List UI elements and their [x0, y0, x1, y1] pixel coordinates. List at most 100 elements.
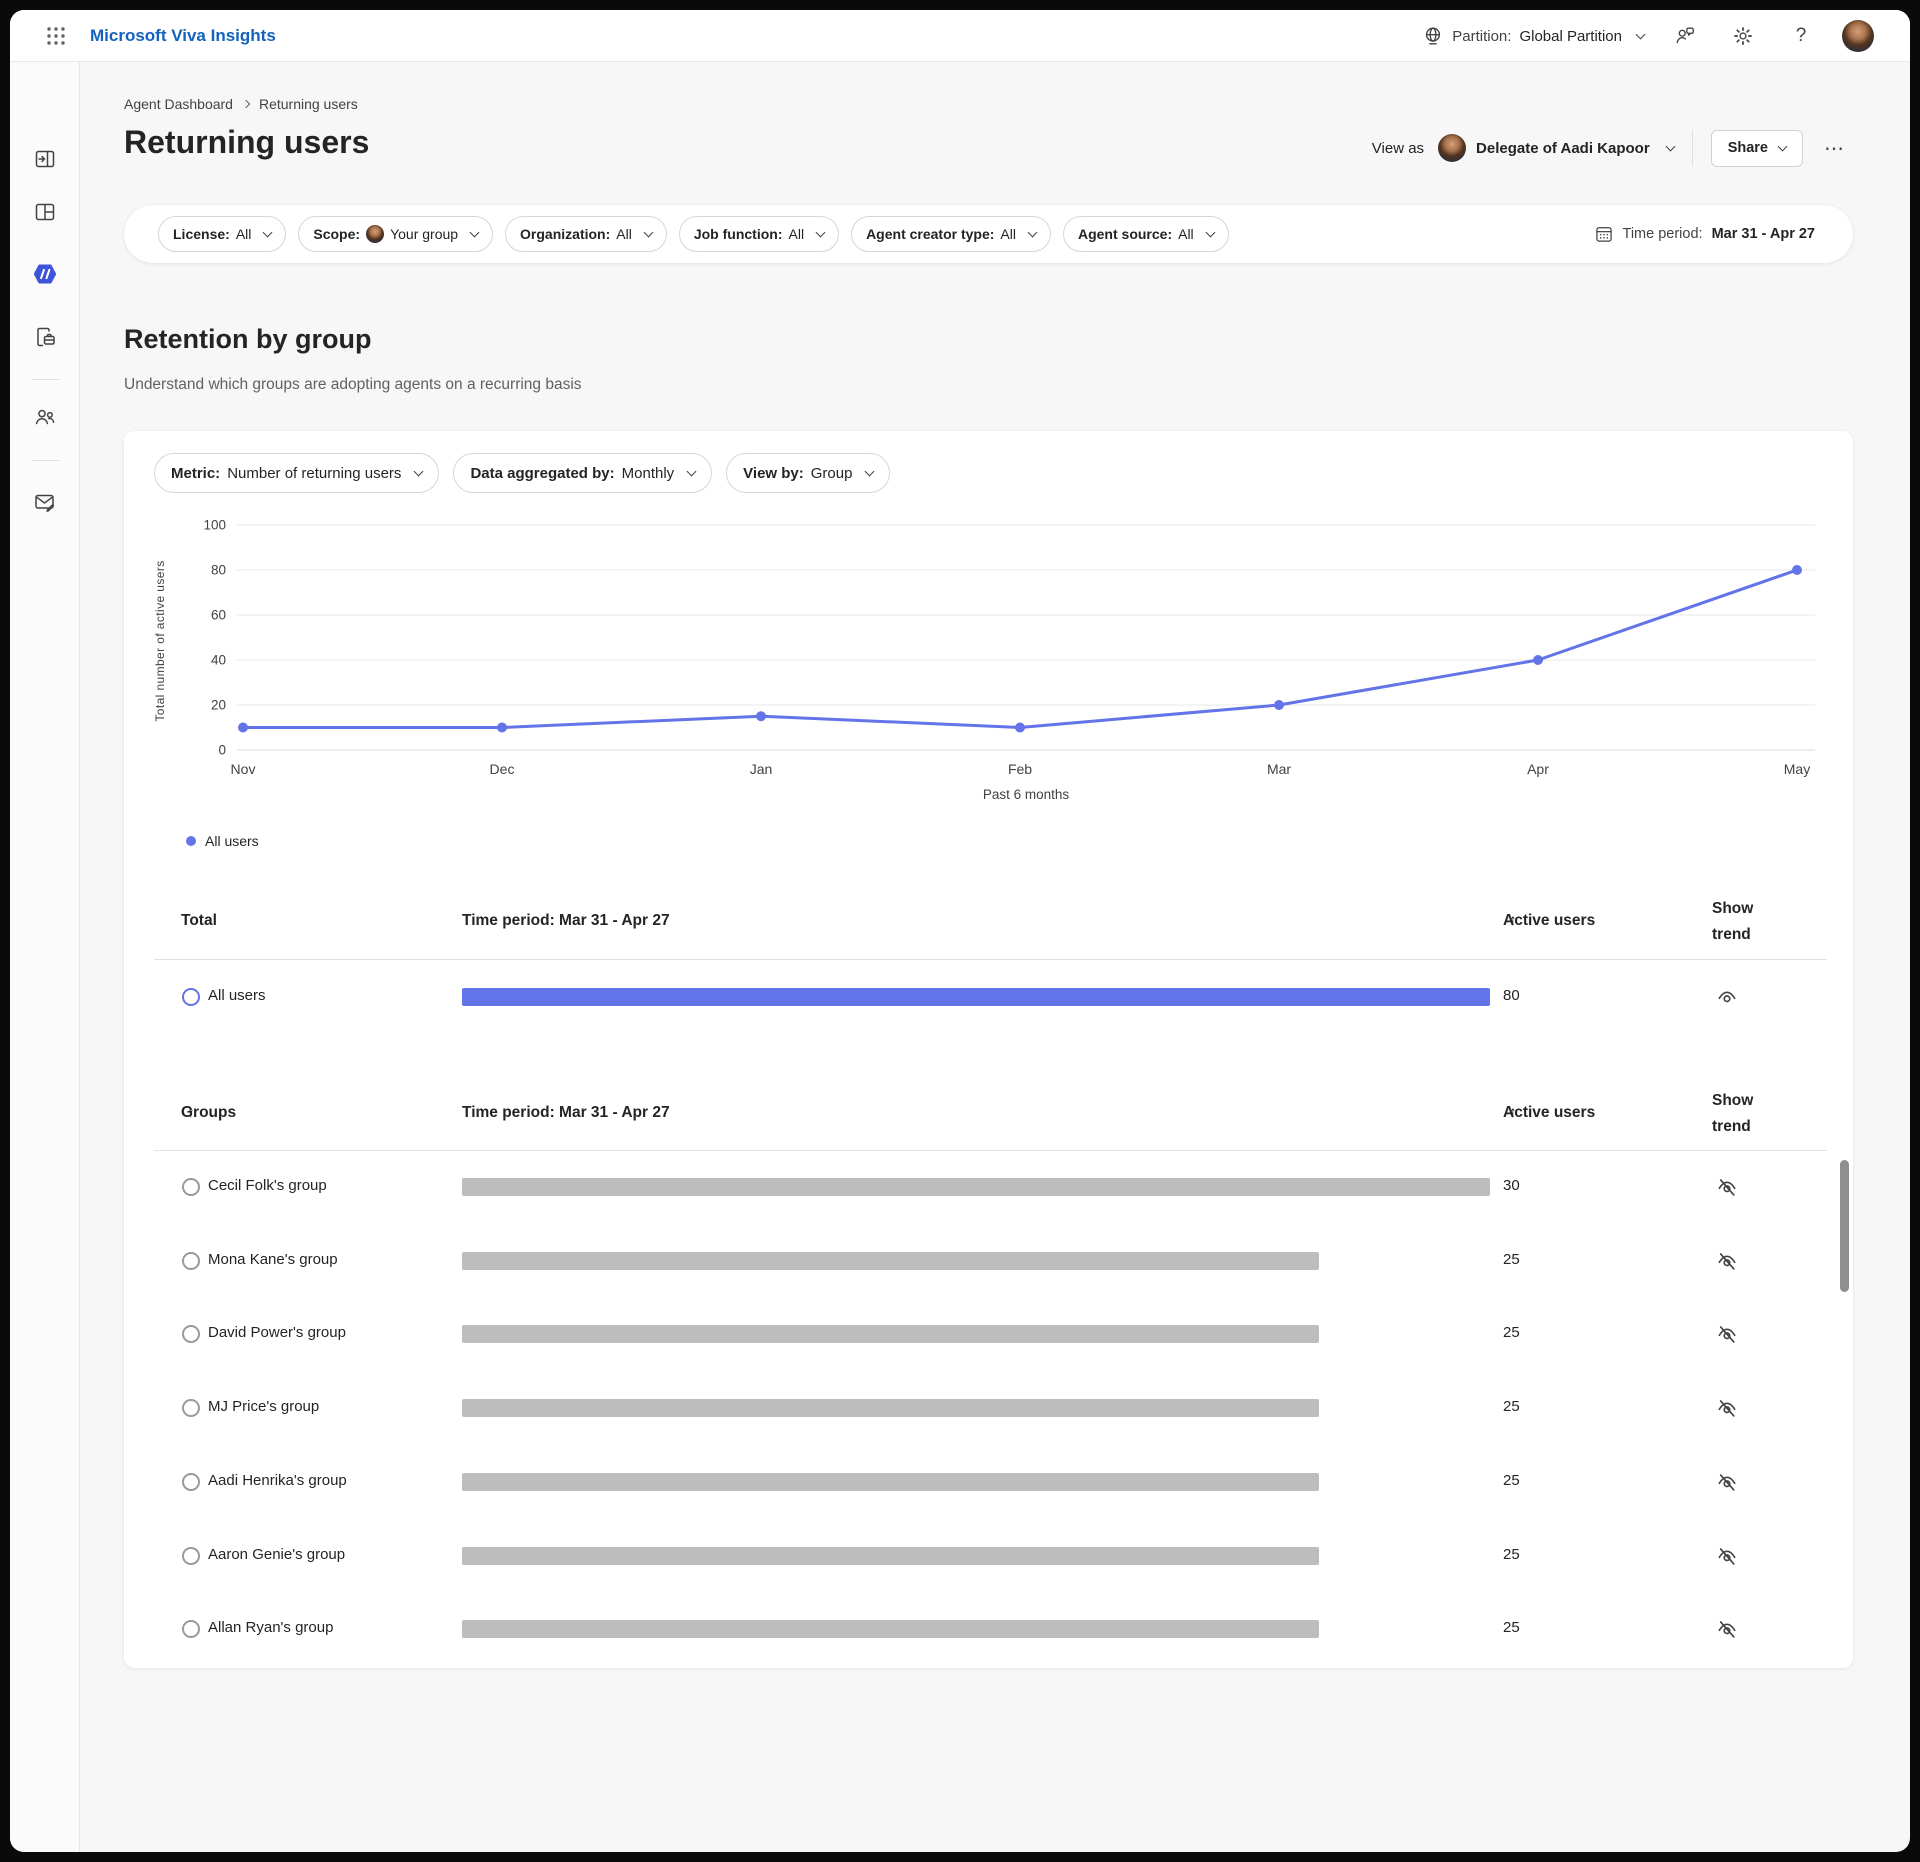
- row-radio[interactable]: [182, 1252, 200, 1270]
- view-as-label: View as: [1372, 140, 1424, 157]
- row-active-users: 25: [1503, 1472, 1520, 1489]
- table-row: Mona Kane's group25: [124, 1247, 1853, 1275]
- app-launcher-icon[interactable]: [36, 16, 76, 56]
- time-period-filter[interactable]: Time period: Mar 31 - Apr 27: [1594, 224, 1815, 244]
- chevron-down-icon: [1778, 141, 1788, 151]
- mail-compose-icon[interactable]: [25, 482, 65, 522]
- chevron-down-icon: [687, 466, 697, 476]
- viva-insights-icon[interactable]: [25, 254, 65, 294]
- filter-label: Organization:: [520, 226, 610, 242]
- table-row: Allan Ryan's group25: [124, 1615, 1853, 1643]
- row-name: David Power's group: [208, 1324, 346, 1341]
- table-row: David Power's group25: [124, 1320, 1853, 1348]
- help-icon[interactable]: ?: [1784, 19, 1818, 53]
- row-bar: [462, 1620, 1319, 1638]
- page-title: Returning users: [124, 124, 369, 161]
- row-radio[interactable]: [182, 1547, 200, 1565]
- chevron-down-icon: [865, 466, 875, 476]
- filter-pill-agent-source[interactable]: Agent source: All: [1063, 216, 1229, 252]
- filter-pill-scope[interactable]: Scope: Your group: [298, 216, 493, 252]
- row-active-users: 25: [1503, 1546, 1520, 1563]
- dashboard-icon[interactable]: [25, 192, 65, 232]
- row-radio[interactable]: [182, 1399, 200, 1417]
- app-title[interactable]: Microsoft Viva Insights: [90, 10, 276, 62]
- filter-label: Job function:: [694, 226, 783, 242]
- settings-gear-icon[interactable]: [1726, 19, 1760, 53]
- chevron-down-icon: [1636, 29, 1646, 39]
- svg-text:Mar: Mar: [1267, 761, 1291, 777]
- partition-value: Global Partition: [1519, 28, 1622, 45]
- show-trend-eye-off-icon[interactable]: [1714, 1395, 1740, 1421]
- control-pill-view-by[interactable]: View by:Group: [726, 453, 890, 493]
- svg-text:Feb: Feb: [1008, 761, 1032, 777]
- org-insights-icon[interactable]: [25, 317, 65, 357]
- row-radio[interactable]: [182, 1620, 200, 1638]
- chevron-down-icon: [263, 227, 273, 237]
- filter-pill-license[interactable]: License:All: [158, 216, 286, 252]
- rail-divider: [31, 460, 59, 461]
- row-radio[interactable]: [182, 1178, 200, 1196]
- partition-selector[interactable]: Partition: Global Partition: [1422, 25, 1644, 47]
- total-period-header: Time period: Mar 31 - Apr 27: [462, 912, 670, 930]
- show-trend-eye-off-icon[interactable]: [1714, 1616, 1740, 1642]
- feedback-icon[interactable]: [1668, 19, 1702, 53]
- row-name: Aaron Genie's group: [208, 1546, 345, 1563]
- filter-label: Scope:: [313, 226, 360, 242]
- filter-bar: License:All Scope: Your group Organization:…: [124, 205, 1853, 263]
- row-name: Cecil Folk's group: [208, 1177, 327, 1194]
- chevron-right-icon: [242, 100, 250, 108]
- show-trend-eye-off-icon[interactable]: [1714, 1248, 1740, 1274]
- svg-text:100: 100: [203, 518, 226, 533]
- chevron-down-icon: [643, 227, 653, 237]
- row-active-users: 80: [1503, 987, 1520, 1004]
- show-trend-eye-off-icon[interactable]: [1714, 1174, 1740, 1200]
- control-pill-metric[interactable]: Metric:Number of returning users: [154, 453, 439, 493]
- svg-text:20: 20: [211, 698, 226, 713]
- row-radio[interactable]: [182, 1325, 200, 1343]
- scrollbar-thumb[interactable]: [1840, 1160, 1849, 1292]
- svg-text:May: May: [1784, 761, 1810, 777]
- sort-up-icon: ↑: [1509, 912, 1517, 930]
- time-period-value: Mar 31 - Apr 27: [1712, 226, 1815, 242]
- breadcrumb-agent-dashboard[interactable]: Agent Dashboard: [124, 96, 233, 112]
- row-bar: [462, 1178, 1490, 1196]
- legend-label: All users: [205, 833, 259, 849]
- more-options-button[interactable]: ⋯: [1817, 130, 1853, 166]
- section-title: Retention by group: [124, 324, 371, 355]
- breadcrumb-returning-users[interactable]: Returning users: [259, 96, 358, 112]
- row-radio[interactable]: [182, 988, 200, 1006]
- svg-text:Apr: Apr: [1527, 761, 1549, 777]
- chevron-down-icon: [1205, 227, 1215, 237]
- show-trend-eye-icon[interactable]: [1714, 984, 1740, 1010]
- row-bar: [462, 988, 1490, 1006]
- row-bar: [462, 1399, 1319, 1417]
- show-trend-eye-off-icon[interactable]: [1714, 1469, 1740, 1495]
- sort-up-icon: ↑: [1509, 1104, 1517, 1122]
- svg-text:Nov: Nov: [231, 761, 256, 777]
- table-row: MJ Price's group25: [124, 1394, 1853, 1422]
- filter-value: All: [1178, 226, 1194, 242]
- header-divider: [1692, 130, 1693, 166]
- user-avatar[interactable]: [1842, 20, 1874, 52]
- control-pill-aggregation[interactable]: Data aggregated by:Monthly: [453, 453, 712, 493]
- delegate-avatar: [1438, 134, 1466, 162]
- view-as-selector[interactable]: Delegate of Aadi Kapoor: [1438, 134, 1674, 162]
- line-chart: 020406080100Total number of active users…: [124, 511, 1853, 816]
- filter-pill-organization[interactable]: Organization:All: [505, 216, 667, 252]
- show-trend-eye-off-icon[interactable]: [1714, 1543, 1740, 1569]
- row-radio[interactable]: [182, 1473, 200, 1491]
- filter-pill-job-function[interactable]: Job function:All: [679, 216, 839, 252]
- show-trend-eye-off-icon[interactable]: [1714, 1321, 1740, 1347]
- breadcrumb: Agent Dashboard Returning users: [124, 96, 358, 112]
- filter-label: Agent source:: [1078, 226, 1172, 242]
- filter-pill-agent-creator-type[interactable]: Agent creator type:All: [851, 216, 1051, 252]
- app-window: Microsoft Viva Insights Partition: Globa…: [10, 10, 1910, 1852]
- filter-value: Your group: [390, 226, 458, 242]
- collapse-panel-icon[interactable]: [25, 139, 65, 179]
- people-icon[interactable]: [25, 397, 65, 437]
- share-button[interactable]: Share: [1711, 130, 1803, 167]
- partition-label: Partition:: [1452, 28, 1511, 45]
- svg-text:40: 40: [211, 653, 226, 668]
- section-subtitle: Understand which groups are adopting age…: [124, 376, 582, 394]
- table-row: Cecil Folk's group30: [124, 1173, 1853, 1201]
